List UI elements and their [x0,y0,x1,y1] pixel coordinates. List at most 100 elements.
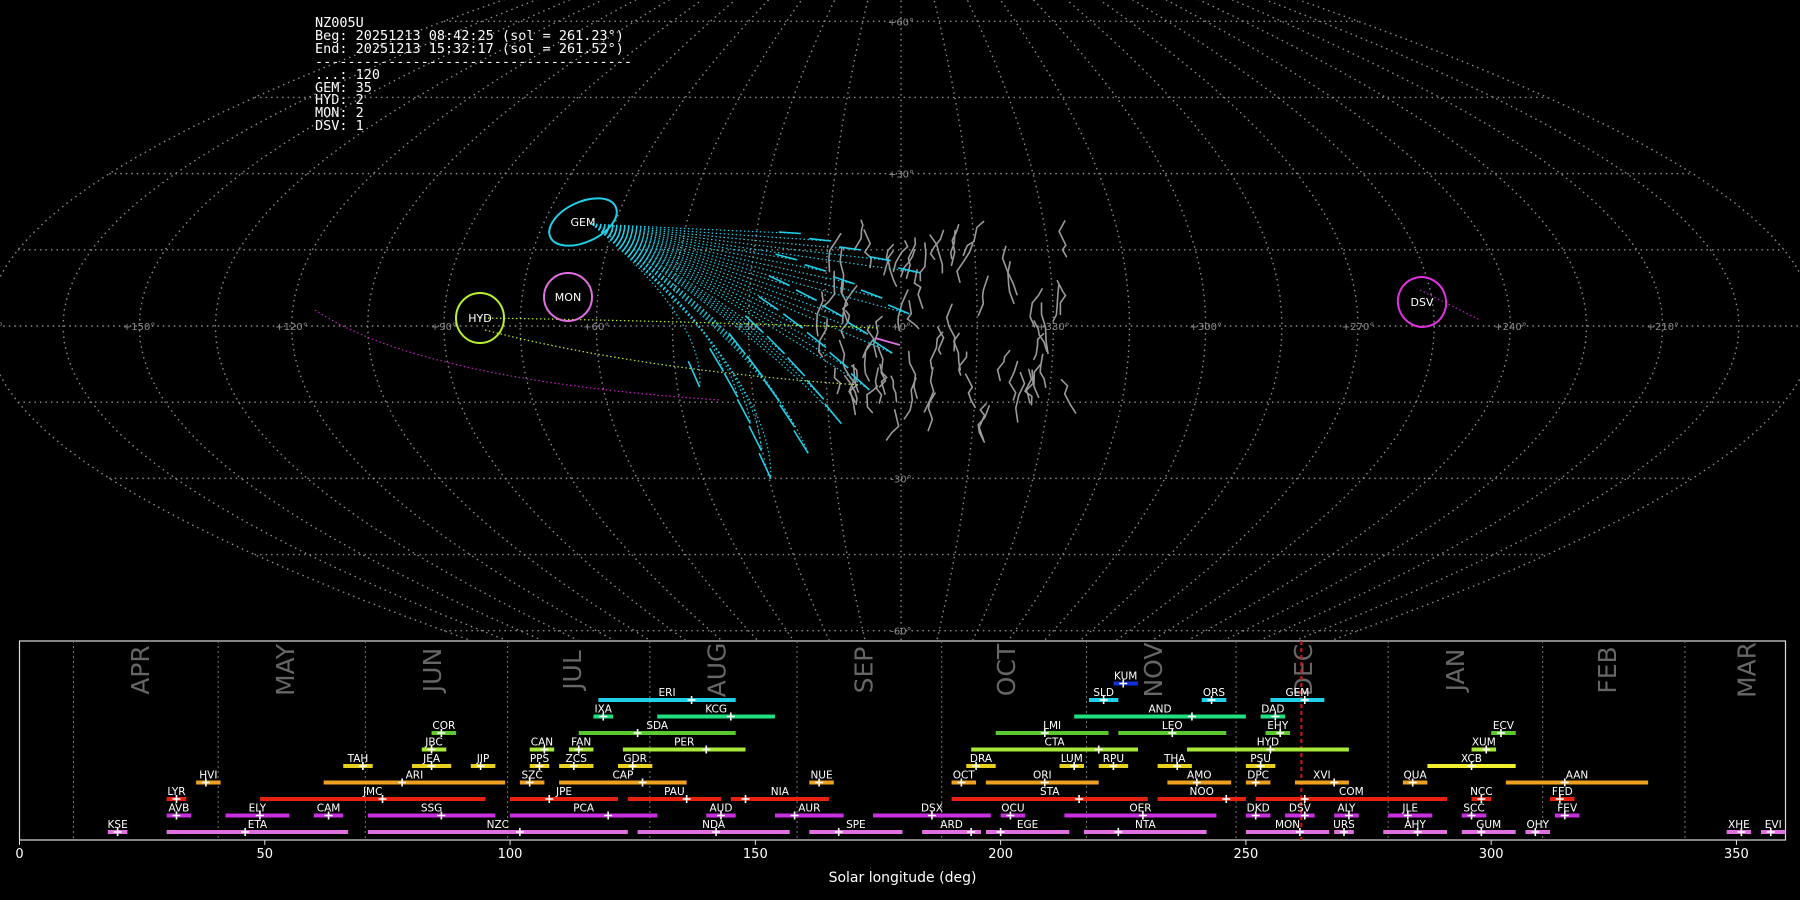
meridian-line [1230,0,1664,640]
terrain-track [958,351,968,376]
gem-trail-dotted [591,223,827,349]
shower-label-jip: JIP [476,753,490,765]
terrain-track [929,331,944,370]
terrain-track [1039,353,1047,388]
sky-map-chart: +180° +150° +120° +90° +60° +30° +0° +330° +300°… [0,0,1800,640]
shower-label-aur: AUR [798,803,820,815]
terrain-track [913,269,924,309]
gem-trail-segment [795,289,817,302]
gem-trail-dotted [591,223,796,428]
shower-peak-ori [1040,778,1049,787]
meridian-line [824,0,869,640]
gem-trail-segment [824,403,842,425]
terrain-track [1052,284,1060,322]
shower-peak-ssg [437,811,446,820]
shower-label-psu: PSU [1250,753,1271,765]
shower-label-jpe: JPE [555,786,572,798]
ra-tick-label: +180° [0,322,3,333]
shower-peak-evi [1766,828,1775,836]
shower-peak-jmc [378,795,387,803]
meridian-line [1197,0,1588,640]
shower-label-pau: PAU [664,786,685,798]
shower-label-dad: DAD [1261,704,1284,716]
shower-peak-qua [1408,778,1417,787]
gem-trail-segment [847,321,869,335]
shower-label-evi: EVI [1765,819,1782,831]
meridian-line [1296,0,1800,640]
shower-label-pps: PPS [530,753,550,765]
shower-peak-ard [967,828,976,836]
shower-label-fev: FEV [1557,803,1578,815]
x-tick-label: 50 [257,847,274,862]
meridian-line [999,0,1131,640]
shower-peak-nzc [515,828,524,836]
shower-label-gdr: GDR [623,753,647,765]
shower-peak-jip [476,762,485,770]
shower-label-ely: ELY [249,803,267,815]
shower-label-ege: EGE [1017,819,1038,831]
shower-label-rpu: RPU [1103,753,1124,765]
shower-peak-eta [241,828,250,836]
terrain-track [929,234,944,274]
terrain-track [828,232,842,273]
shower-peak-aud [716,811,725,820]
shower-label-cor: COR [432,720,455,732]
shower-label-and: AND [1148,704,1171,716]
shower-label-aly: ALY [1337,803,1356,815]
shower-peak-pps [535,762,544,770]
shower-peak-ecv [1496,729,1505,737]
ra-tick-label: +240° [1494,322,1526,333]
shower-peak-ncc [1477,795,1486,803]
shower-label-ori: ORI [1033,770,1052,782]
shower-label-com: COM [1339,786,1364,798]
shower-label-gum: GUM [1476,819,1501,831]
shower-peak-urs [1340,828,1348,836]
shower-peak-nia [741,795,750,803]
gem-trail-dotted [591,223,798,261]
terrain-track [945,303,956,352]
shower-label-ari: ARI [406,770,424,782]
month-label: NOV [1139,642,1168,697]
shower-peak-nta [1114,828,1123,836]
dec-tick-label: -60° [890,627,911,638]
shower-peak-mon [1295,828,1304,836]
gem-trail-dotted [591,223,893,354]
shower-label-jbc: JBC [424,737,442,749]
gem-trail-dotted [591,223,725,372]
shower-label-xvi: XVI [1313,770,1330,782]
shower-peak-lum [1070,762,1079,770]
shower-label-hyd: HYD [1257,737,1279,749]
shower-label-ahy: AHY [1404,819,1426,831]
shower-label-cap: CAP [612,770,633,782]
shower-peak-ari [398,778,407,787]
shower-peak-nda [712,828,721,836]
shower-peak-aly [1344,811,1353,820]
gem-trail-dotted [591,223,762,451]
gem-trail-dotted [591,223,779,311]
shower-label-nzc: NZC [487,819,509,831]
gem-trail-segment [779,404,796,428]
radiant-gem-label: GEM [571,216,596,229]
shower-peak-tah [358,762,367,770]
radiant-hyd-label: HYD [468,312,491,325]
meridian-line [1098,0,1359,640]
x-tick-label: 0 [15,847,23,862]
gem-trail-dotted [591,223,849,369]
gem-trail-dotted [591,223,746,354]
shower-peak-cta [1094,745,1103,754]
shower-peak-spe [834,828,843,836]
hyd-trail [484,329,861,386]
terrain-track [1058,220,1068,258]
shower-label-ehy: EHY [1267,720,1289,732]
terrain-track [1014,371,1026,423]
meridian-line [0,0,506,640]
shower-label-jmc: JMC [362,786,383,798]
month-label: MAY [271,643,300,696]
shower-label-spe: SPE [846,819,866,831]
shower-peak-hvi [201,778,210,787]
dec-tick-label: +30° [888,170,914,181]
shower-label-nue: NUE [810,770,832,782]
shower-label-fan: FAN [571,737,591,749]
terrain-track [815,291,824,337]
shower-label-zcs: ZCS [566,753,588,765]
